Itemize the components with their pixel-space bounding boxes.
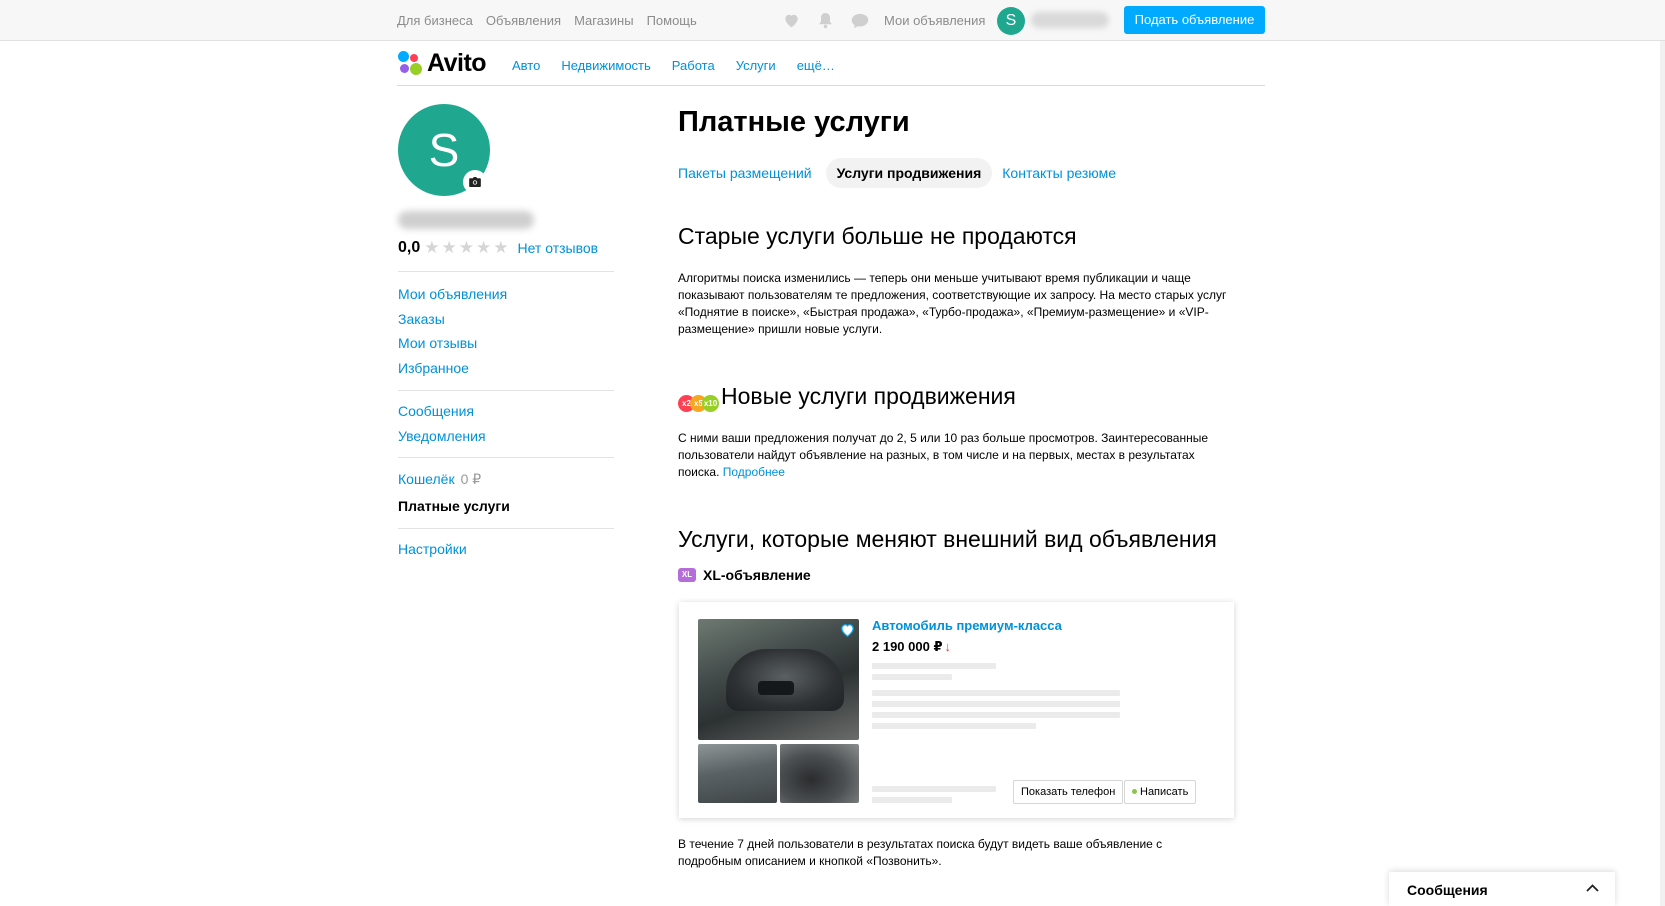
- star-icon: ★: [458, 238, 474, 257]
- wallet-label: Кошелёк: [398, 471, 455, 487]
- blurred-profile-name: [398, 211, 534, 229]
- tab-promotion-services[interactable]: Услуги продвижения: [825, 158, 993, 188]
- section-appearance-heading: Услуги, которые меняют внешний вид объяв…: [678, 526, 1217, 552]
- online-dot-icon: [1132, 789, 1137, 794]
- link-business[interactable]: Для бизнеса: [397, 13, 473, 28]
- xl-description-text: В течение 7 дней пользователи в результа…: [678, 837, 1163, 868]
- sidebar-group-wallet: Кошелёк 0 ₽ Платные услуги: [398, 467, 614, 518]
- tab-placement-packages[interactable]: Пакеты размещений: [678, 165, 812, 181]
- link-help[interactable]: Помощь: [647, 13, 697, 28]
- star-icon: ★: [424, 238, 440, 257]
- sidebar-item-notifications[interactable]: Уведомления: [398, 424, 614, 449]
- sidebar-item-orders[interactable]: Заказы: [398, 307, 614, 332]
- sidebar-group-ads: Мои объявления Заказы Мои отзывы Избранн…: [398, 282, 614, 380]
- chevron-up-icon[interactable]: [1586, 884, 1599, 892]
- skeleton-line: [872, 663, 996, 669]
- link-shops[interactable]: Магазины: [574, 13, 634, 28]
- promo-badges-icon: x2 x5 x10: [678, 395, 719, 412]
- skeleton-line: [872, 797, 952, 803]
- sidebar-item-paid-services[interactable]: Платные услуги: [398, 494, 614, 519]
- page-title: Платные услуги: [678, 106, 910, 138]
- cat-realty[interactable]: Недвижимость: [561, 58, 650, 73]
- top-bar: Для бизнеса Объявления Магазины Помощь М…: [0, 0, 1665, 41]
- car-photo-thumb: [698, 744, 777, 803]
- skeleton-line: [872, 712, 1120, 718]
- price-down-icon: ↓: [944, 639, 952, 654]
- section-new-services-text: С ними ваши предложения получат до 2, 5 …: [678, 430, 1218, 481]
- card-price-value: 2 190 000 ₽: [872, 639, 943, 654]
- car-photo-thumb: [780, 744, 859, 803]
- messages-widget-title: Сообщения: [1407, 882, 1488, 898]
- avito-logo[interactable]: Avito: [397, 49, 487, 78]
- sidebar-item-favorites[interactable]: Избранное: [398, 356, 614, 381]
- profile-rating: 0,0 ★ ★ ★ ★ ★ Нет отзывов: [398, 238, 598, 258]
- more-info-link[interactable]: Подробнее: [723, 465, 785, 479]
- bell-icon[interactable]: [818, 12, 833, 29]
- tab-resume-contacts[interactable]: Контакты резюме: [1002, 165, 1116, 181]
- sidebar-item-my-reviews[interactable]: Мои отзывы: [398, 331, 614, 356]
- skeleton-line: [872, 786, 996, 792]
- page-scrollbar[interactable]: [1660, 41, 1665, 906]
- sidebar-divider: [398, 528, 614, 529]
- sidebar-item-my-ads[interactable]: Мои объявления: [398, 282, 614, 307]
- new-services-title: Новые услуги продвижения: [721, 383, 1016, 409]
- x10-badge: x10: [702, 395, 719, 412]
- section-new-services-heading: x2 x5 x10 Новые услуги продвижения: [678, 383, 1016, 412]
- logo-dots-icon: [397, 50, 423, 77]
- skeleton-line: [872, 674, 952, 680]
- card-title[interactable]: Автомобиль премиум-класса: [872, 618, 1062, 633]
- services-tabs: Пакеты размещений Услуги продвижения Кон…: [678, 158, 1116, 188]
- user-avatar-small[interactable]: S: [997, 7, 1025, 35]
- skeleton-line: [872, 701, 1120, 707]
- link-ads[interactable]: Объявления: [486, 13, 561, 28]
- show-phone-button[interactable]: Показать телефон: [1013, 780, 1124, 804]
- heart-icon[interactable]: [783, 13, 800, 28]
- chat-icon[interactable]: [851, 13, 869, 29]
- rating-stars: ★ ★ ★ ★ ★: [424, 238, 508, 258]
- sidebar-group-messages: Сообщения Уведомления: [398, 399, 614, 448]
- cat-services[interactable]: Услуги: [736, 58, 776, 73]
- cat-more[interactable]: ещё…: [797, 58, 835, 73]
- sidebar-group-settings: Настройки: [398, 537, 614, 562]
- xl-ad-label: XL-объявление: [703, 567, 811, 583]
- star-icon: ★: [493, 238, 509, 257]
- wallet-balance: 0 ₽: [460, 471, 482, 487]
- main-header: Avito Авто Недвижимость Работа Услуги ещ…: [397, 41, 1265, 86]
- star-icon: ★: [476, 238, 492, 257]
- sidebar-divider: [398, 390, 614, 391]
- skeleton-line: [872, 690, 1120, 696]
- sidebar-divider: [398, 457, 614, 458]
- xl-badge-icon: XL: [678, 568, 696, 582]
- write-message-button[interactable]: Написать: [1124, 780, 1197, 804]
- sidebar-item-settings[interactable]: Настройки: [398, 537, 614, 562]
- section-old-services-heading: Старые услуги больше не продаются: [678, 223, 1077, 249]
- card-price: 2 190 000 ₽ ↓: [872, 639, 951, 655]
- section-old-services-text: Алгоритмы поиска изменились — теперь они…: [678, 271, 1227, 336]
- xl-ad-title: XL XL-объявление: [678, 567, 811, 583]
- top-links: Для бизнеса Объявления Магазины Помощь: [397, 13, 697, 28]
- camera-icon[interactable]: [463, 170, 487, 194]
- logo-text: Avito: [427, 49, 487, 77]
- reviews-link[interactable]: Нет отзывов: [518, 240, 599, 256]
- top-icons: [783, 12, 869, 29]
- sidebar-divider: [398, 271, 614, 272]
- rating-value: 0,0: [398, 239, 421, 256]
- sidebar-item-wallet[interactable]: Кошелёк 0 ₽: [398, 467, 614, 492]
- car-photo-main: [698, 619, 859, 740]
- sidebar-item-messages[interactable]: Сообщения: [398, 399, 614, 424]
- cat-auto[interactable]: Авто: [512, 58, 540, 73]
- favorite-heart-icon[interactable]: [840, 623, 855, 637]
- skeleton-line: [872, 723, 1036, 729]
- cat-jobs[interactable]: Работа: [672, 58, 715, 73]
- post-ad-button[interactable]: Подать объявление: [1124, 6, 1265, 34]
- blurred-username: [1031, 12, 1109, 28]
- write-label: Написать: [1140, 786, 1189, 798]
- my-ads-link[interactable]: Мои объявления: [884, 13, 985, 28]
- star-icon: ★: [441, 238, 457, 257]
- xl-ad-preview-card: Автомобиль премиум-класса 2 190 000 ₽ ↓ П…: [679, 602, 1234, 818]
- messages-widget[interactable]: Сообщения: [1389, 872, 1615, 906]
- category-nav: Авто Недвижимость Работа Услуги ещё…: [512, 58, 835, 73]
